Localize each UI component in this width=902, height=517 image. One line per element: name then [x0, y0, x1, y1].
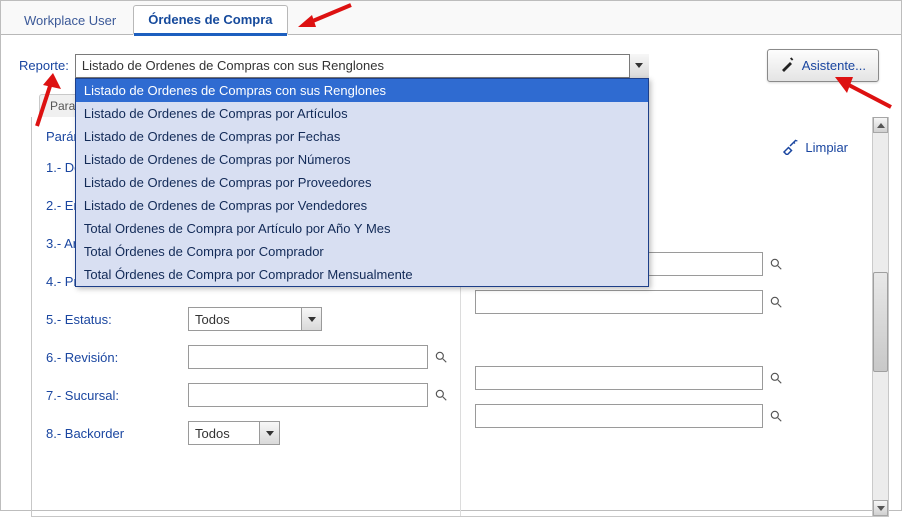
dropdown-item[interactable]: Total Órdenes de Compra por Comprador	[76, 240, 648, 263]
scroll-down-icon[interactable]	[873, 500, 888, 516]
tab-bar: Workplace User Órdenes de Compra	[1, 1, 901, 35]
scroll-thumb[interactable]	[873, 272, 888, 372]
asistente-label: Asistente...	[802, 58, 866, 73]
revision-to-input[interactable]	[475, 366, 763, 390]
reporte-select-display[interactable]: Listado de Ordenes de Compras con sus Re…	[75, 54, 649, 78]
chevron-down-icon[interactable]	[629, 54, 649, 78]
param-row-7: 7.- Sucursal:	[46, 376, 452, 414]
tab-workplace[interactable]: Workplace User	[9, 6, 131, 34]
asistente-button[interactable]: Asistente...	[767, 49, 879, 82]
dropdown-item[interactable]: Listado de Ordenes de Compras con sus Re…	[76, 79, 648, 102]
chevron-down-icon[interactable]	[259, 422, 279, 444]
param-label: 7.- Sucursal:	[46, 388, 188, 403]
estatus-value: Todos	[195, 312, 230, 327]
dropdown-item[interactable]: Listado de Ordenes de Compras por Provee…	[76, 171, 648, 194]
dropdown-item[interactable]: Listado de Ordenes de Compras por Número…	[76, 148, 648, 171]
backorder-select[interactable]: Todos	[188, 421, 280, 445]
sucursal-to-input[interactable]	[475, 404, 763, 428]
reporte-dropdown: Listado de Ordenes de Compras con sus Re…	[75, 78, 649, 287]
param-row-8: 8.- Backorder Todos	[46, 414, 452, 452]
param-row-5: 5.- Estatus: Todos	[46, 300, 452, 338]
broom-icon	[781, 137, 799, 158]
reporte-select[interactable]: Listado de Ordenes de Compras con sus Re…	[75, 54, 649, 78]
sucursal-input[interactable]	[188, 383, 428, 407]
right-row-7	[475, 397, 881, 435]
search-icon[interactable]	[434, 350, 448, 364]
wizard-icon	[780, 56, 796, 75]
search-icon[interactable]	[769, 371, 783, 385]
dropdown-item[interactable]: Listado de Ordenes de Compras por Artícu…	[76, 102, 648, 125]
scrollbar[interactable]	[872, 117, 888, 516]
dropdown-item[interactable]: Total Órdenes de Compra por Comprador Me…	[76, 263, 648, 286]
proveedor-to-input[interactable]	[475, 290, 763, 314]
scroll-up-icon[interactable]	[873, 117, 888, 133]
search-icon[interactable]	[434, 388, 448, 402]
dropdown-item[interactable]: Total Ordenes de Compra por Artículo por…	[76, 217, 648, 240]
search-icon[interactable]	[769, 295, 783, 309]
param-label: 8.- Backorder	[46, 426, 188, 441]
limpiar-button[interactable]: Limpiar	[781, 137, 848, 158]
chevron-down-icon[interactable]	[301, 308, 321, 330]
reporte-label: Reporte:	[19, 58, 69, 73]
param-row-6: 6.- Revisión:	[46, 338, 452, 376]
revision-input[interactable]	[188, 345, 428, 369]
tab-ordenes[interactable]: Órdenes de Compra	[133, 5, 287, 35]
search-icon[interactable]	[769, 257, 783, 271]
limpiar-label: Limpiar	[805, 140, 848, 155]
right-row-4	[475, 283, 881, 321]
backorder-value: Todos	[195, 426, 230, 441]
toolbar: Reporte: Listado de Ordenes de Compras c…	[1, 35, 901, 88]
right-row-6	[475, 359, 881, 397]
estatus-select[interactable]: Todos	[188, 307, 322, 331]
param-label: 6.- Revisión:	[46, 350, 188, 365]
param-label: 5.- Estatus:	[46, 312, 188, 327]
dropdown-item[interactable]: Listado de Ordenes de Compras por Fechas	[76, 125, 648, 148]
dropdown-item[interactable]: Listado de Ordenes de Compras por Vended…	[76, 194, 648, 217]
search-icon[interactable]	[769, 409, 783, 423]
